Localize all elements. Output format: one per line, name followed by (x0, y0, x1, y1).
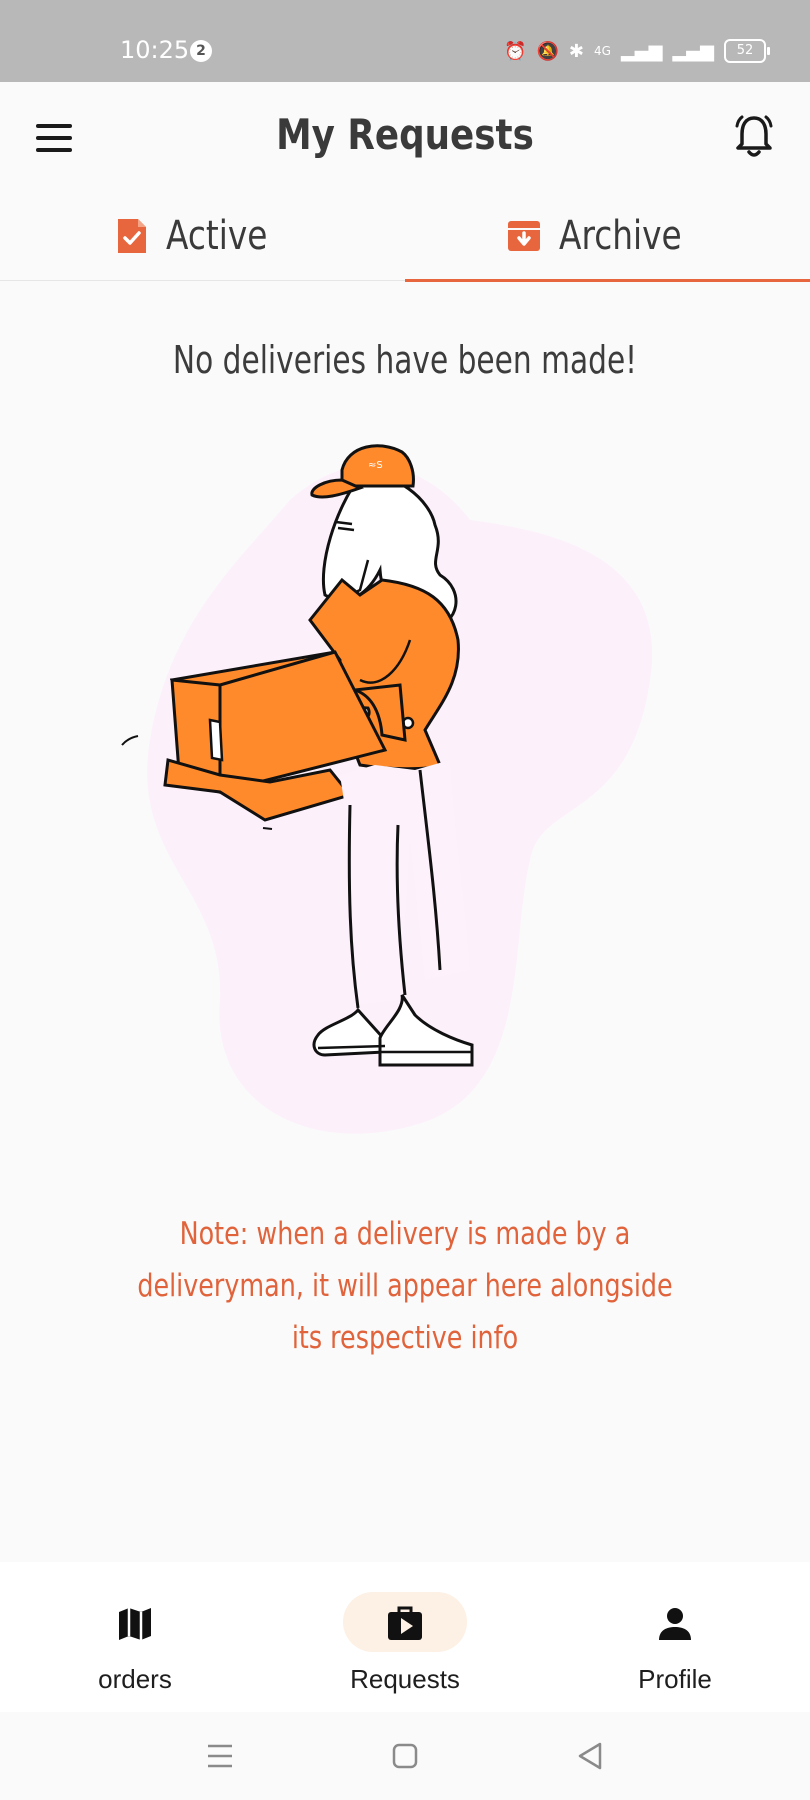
battery-level: 52 (736, 43, 754, 58)
map-icon (119, 1608, 151, 1640)
notification-count-badge: 2 (190, 40, 212, 62)
nav-requests-label: Requests (350, 1664, 460, 1694)
back-icon[interactable] (570, 1736, 610, 1776)
info-note: Note: when a delivery is made by a deliv… (137, 1216, 673, 1356)
document-check-icon (117, 219, 146, 253)
alarm-icon: ⏰ (504, 40, 527, 62)
mute-icon: 🔕 (536, 40, 559, 62)
system-navigation-bar (0, 1712, 810, 1800)
tab-active[interactable]: Active (0, 192, 405, 280)
app-header: My Requests (0, 82, 810, 192)
signal-icon-2: ▂▄▆ (672, 40, 714, 62)
battery-icon: 52 (724, 39, 770, 63)
svg-text:≈S: ≈S (368, 460, 383, 471)
tab-archive[interactable]: Archive (405, 192, 810, 282)
nav-profile-label: Profile (638, 1664, 712, 1694)
archive-box-icon (507, 221, 540, 251)
signal-icon: ▂▄▆ (620, 40, 663, 62)
recent-apps-icon[interactable] (200, 1736, 240, 1776)
status-icons: ⏰ 🔕 ✱ 4G ▂▄▆ ▂▄▆ 52 (504, 38, 770, 64)
nav-requests[interactable]: Requests (270, 1592, 540, 1702)
page-title: My Requests (276, 110, 534, 159)
tab-archive-label: Archive (558, 213, 682, 259)
tab-selected-indicator (405, 279, 810, 282)
home-icon[interactable] (385, 1736, 425, 1776)
nav-profile[interactable]: Profile (540, 1592, 810, 1702)
notification-bell-icon[interactable] (732, 112, 776, 160)
person-icon (659, 1608, 691, 1640)
nav-orders[interactable]: orders (0, 1592, 270, 1702)
status-bar: 10:25 2 ⏰ 🔕 ✱ 4G ▂▄▆ ▂▄▆ 52 (0, 0, 810, 82)
empty-state-message: No deliveries have been made! (172, 338, 638, 382)
play-bag-icon (388, 1606, 422, 1640)
bottom-navigation: orders Requests Profile (0, 1562, 810, 1712)
tab-active-label: Active (165, 213, 268, 259)
network-label: 4G (594, 44, 611, 58)
status-time: 10:25 (120, 36, 190, 64)
bluetooth-icon: ✱ (568, 40, 584, 62)
delivery-person-illustration: ≈S (121, 444, 653, 1134)
tab-bar: Active Archive (0, 192, 810, 282)
nav-orders-label: orders (98, 1664, 172, 1694)
